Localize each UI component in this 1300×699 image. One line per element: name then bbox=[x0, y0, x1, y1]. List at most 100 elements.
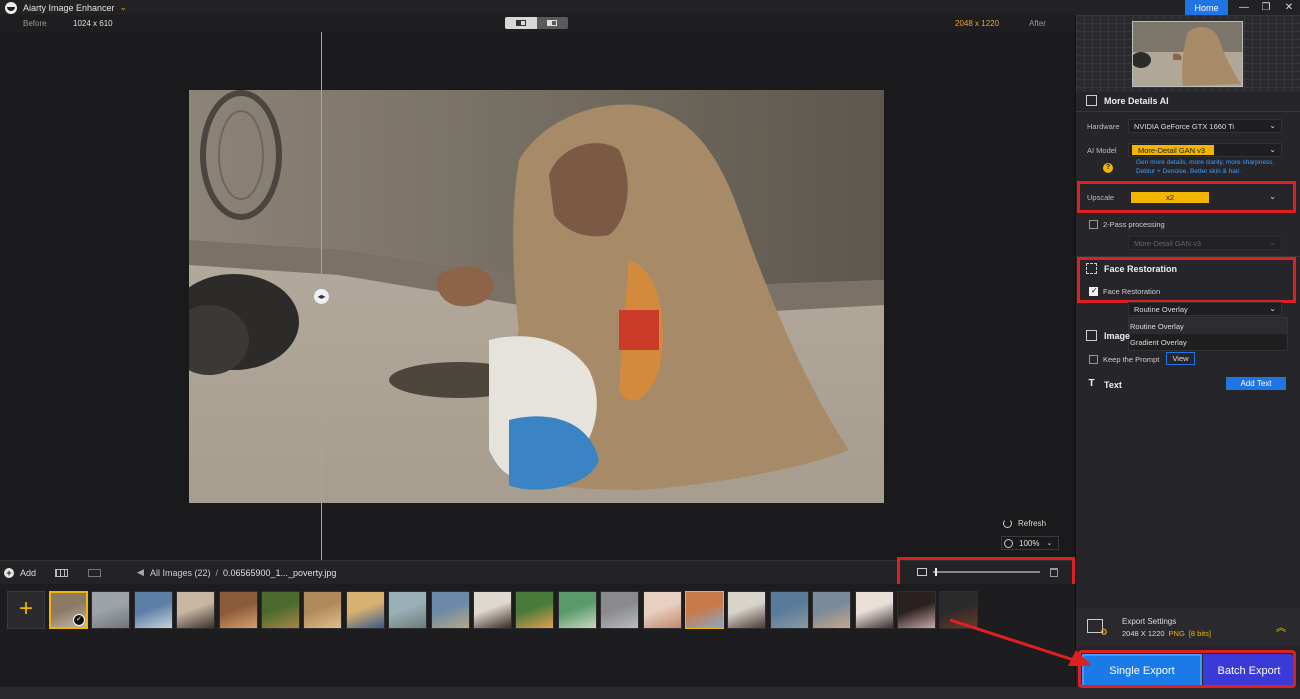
divider-handle-icon[interactable]: ◂▸ bbox=[314, 289, 329, 304]
face-check-label: Face Restoration bbox=[1103, 287, 1161, 296]
filmstrip-thumbnail[interactable] bbox=[388, 591, 428, 629]
zoom-select[interactable]: 100% ⌄ bbox=[1001, 536, 1059, 550]
upscale-select[interactable]: x2 ⌄ bbox=[1128, 190, 1282, 204]
two-pass-label: 2-Pass processing bbox=[1103, 220, 1165, 229]
grid-view-icon[interactable] bbox=[55, 568, 69, 577]
filmstrip-thumbnail[interactable] bbox=[515, 591, 555, 629]
side-by-side-button[interactable] bbox=[536, 17, 568, 29]
help-icon[interactable]: ? bbox=[1103, 163, 1113, 173]
view-mode-toggle[interactable] bbox=[505, 17, 568, 29]
preview-photo bbox=[189, 90, 884, 503]
dropdown-option[interactable]: Routine Overlay bbox=[1129, 318, 1287, 334]
text-tool-icon: T bbox=[1088, 378, 1095, 389]
image-section-title: Image bbox=[1104, 330, 1131, 341]
thumbnail-size-slider[interactable] bbox=[933, 568, 1040, 576]
zoom-value: 100% bbox=[1019, 538, 1040, 548]
filmstrip-thumbnail[interactable] bbox=[49, 591, 88, 629]
restore-icon[interactable]: ❐ bbox=[1255, 0, 1277, 15]
filmstrip-thumbnail[interactable] bbox=[557, 591, 597, 629]
filmstrip-thumbnail[interactable] bbox=[642, 591, 682, 629]
checkbox[interactable] bbox=[1089, 355, 1098, 364]
compare-bar: Before 1024 x 610 2048 x 1220 After bbox=[0, 15, 1075, 32]
overlay-value: Routine Overlay bbox=[1134, 304, 1188, 314]
view-button[interactable]: View bbox=[1166, 352, 1195, 365]
export-settings[interactable]: Export Settings 2048 X 1220PNG[8 bits] ︽ bbox=[1076, 608, 1300, 646]
after-label: After bbox=[1029, 19, 1046, 28]
filmstrip-thumbnail[interactable] bbox=[176, 591, 216, 629]
divider bbox=[1076, 111, 1300, 112]
chevron-down-icon[interactable]: ⌄ bbox=[120, 2, 128, 13]
filmstrip-thumbnail[interactable] bbox=[303, 591, 343, 629]
checkbox[interactable] bbox=[1089, 220, 1098, 229]
refresh-label: Refresh bbox=[1018, 519, 1047, 528]
refresh-button[interactable]: Refresh bbox=[1003, 519, 1046, 528]
minimize-icon[interactable]: — bbox=[1233, 0, 1255, 15]
add-label: Add bbox=[20, 567, 37, 578]
filmstrip-thumbnail[interactable] bbox=[854, 591, 894, 629]
image-canvas[interactable]: ◂▸ Refresh 100% ⌄ bbox=[0, 32, 1075, 560]
filmstrip-thumbnail[interactable] bbox=[727, 591, 767, 629]
back-arrow-icon[interactable]: ◀ bbox=[137, 567, 144, 578]
trash-icon[interactable] bbox=[1050, 567, 1058, 577]
title-bar: Aiarty Image Enhancer ⌄ bbox=[0, 0, 1300, 15]
hardware-select[interactable]: NVIDIA GeForce GTX 1660 Ti ⌄ bbox=[1128, 119, 1282, 133]
ai-model-select[interactable]: More-Detail GAN v3 ⌄ bbox=[1128, 143, 1282, 157]
filmstrip-thumbnail[interactable] bbox=[261, 591, 300, 629]
split-view-icon bbox=[515, 20, 526, 26]
filmstrip-thumbnail[interactable] bbox=[812, 591, 852, 629]
add-text-button[interactable]: Add Text bbox=[1226, 377, 1286, 390]
chevron-down-icon: ⌄ bbox=[1269, 304, 1276, 313]
text-title: Text bbox=[1104, 379, 1122, 390]
chevron-down-icon: ⌄ bbox=[1269, 121, 1276, 130]
filmstrip-thumbnail[interactable] bbox=[91, 591, 131, 629]
hardware-label: Hardware bbox=[1087, 122, 1120, 131]
thumbnail-size-control bbox=[897, 557, 1075, 587]
face-restoration-checkbox[interactable]: Face Restoration bbox=[1089, 286, 1161, 296]
before-size: 1024 x 610 bbox=[73, 19, 113, 28]
magnifier-icon bbox=[1004, 538, 1013, 548]
overlay-select[interactable]: Routine Overlay ⌄ bbox=[1128, 302, 1282, 316]
close-icon[interactable]: ✕ bbox=[1278, 0, 1300, 15]
checkbox-checked[interactable] bbox=[1089, 286, 1098, 296]
filmstrip-thumbnail[interactable] bbox=[769, 591, 809, 629]
slider-handle[interactable] bbox=[935, 568, 938, 576]
two-pass-checkbox[interactable]: 2-Pass processing bbox=[1089, 220, 1165, 229]
after-size: 2048 x 1220 bbox=[955, 19, 1000, 28]
ai-model-label: AI Model bbox=[1087, 146, 1117, 155]
keep-prompt-label: Keep the Prompt bbox=[1103, 355, 1160, 364]
add-images-button[interactable]: + Add bbox=[4, 567, 37, 578]
ai-model-value: More-Detail GAN v3 bbox=[1132, 145, 1214, 155]
filmstrip-thumbnail[interactable] bbox=[473, 591, 512, 629]
strip-view-icon[interactable] bbox=[88, 568, 102, 577]
keep-prompt-checkbox[interactable]: Keep the Prompt bbox=[1089, 355, 1159, 364]
highlight-box bbox=[1078, 650, 1296, 688]
navigator-preview bbox=[1076, 15, 1300, 92]
document-icon bbox=[1086, 330, 1097, 341]
navigator-thumbnail[interactable] bbox=[1132, 21, 1243, 87]
filmstrip-thumbnail[interactable] bbox=[939, 591, 979, 629]
export-info: 2048 X 1220 PNG [8 bits] bbox=[1122, 629, 1211, 638]
navigator-photo bbox=[1133, 22, 1242, 86]
breadcrumb-all-images[interactable]: All Images (22) bbox=[150, 568, 211, 578]
add-image-tile[interactable]: + bbox=[7, 591, 45, 629]
filmstrip-thumbnail[interactable] bbox=[897, 591, 936, 629]
text-section-header: T Text bbox=[1086, 378, 1122, 390]
home-button[interactable]: Home bbox=[1185, 0, 1228, 15]
settings-panel: More Details AI Hardware NVIDIA GeForce … bbox=[1075, 15, 1300, 687]
split-view-button[interactable] bbox=[505, 17, 537, 29]
filmstrip-thumbnail[interactable] bbox=[133, 591, 173, 629]
two-pass-model-select: More-Detail GAN v3 ⌄ bbox=[1128, 236, 1282, 250]
filmstrip-thumbnail[interactable] bbox=[218, 591, 258, 629]
chevron-up-icon[interactable]: ︽ bbox=[1276, 619, 1286, 634]
filmstrip-thumbnail[interactable] bbox=[430, 591, 470, 629]
more-details-ai-header: More Details AI bbox=[1086, 95, 1169, 106]
chevron-down-icon: ⌄ bbox=[1046, 540, 1053, 547]
filmstrip-thumbnail[interactable] bbox=[345, 591, 385, 629]
section-title: More Details AI bbox=[1104, 95, 1169, 106]
dropdown-option[interactable]: Gradient Overlay bbox=[1129, 334, 1287, 350]
face-icon bbox=[1086, 263, 1097, 274]
photo-illustration bbox=[189, 90, 884, 503]
chevron-down-icon: ⌄ bbox=[1269, 238, 1276, 247]
filmstrip-thumbnail[interactable] bbox=[685, 591, 724, 629]
filmstrip-thumbnail[interactable] bbox=[600, 591, 640, 629]
